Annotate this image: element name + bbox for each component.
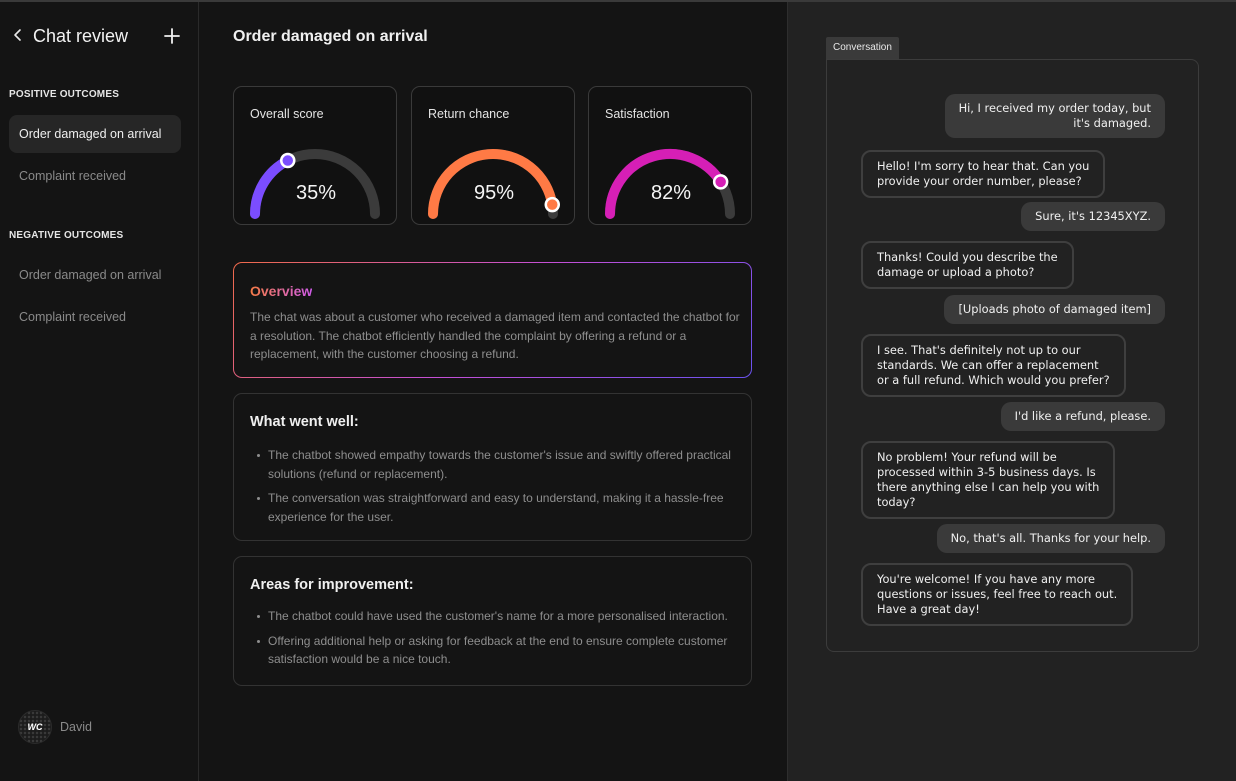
- message-line: No, that's all. Thanks for your help.: [950, 531, 1151, 545]
- user-message: I'd like a refund, please.: [1000, 402, 1165, 431]
- message-line: I see. That's definitely not up to our: [877, 343, 1081, 357]
- sidebar-item-negative-complaint[interactable]: Complaint received: [9, 298, 181, 336]
- conversation-panel: Conversation Hi, I received my order tod…: [787, 2, 1236, 781]
- message-line: Have a great day!: [877, 602, 980, 616]
- message-line: standards. We can offer a replacement: [877, 358, 1099, 372]
- message-line: questions or issues, feel free to reach …: [877, 587, 1118, 601]
- sidebar: Chat review POSITIVE OUTCOMES Order dama…: [0, 2, 199, 781]
- gauge-card-satisfaction: Satisfaction 82%: [588, 86, 752, 225]
- gauge-knob: [280, 152, 296, 169]
- list-item: The chatbot could have used the customer…: [250, 607, 740, 626]
- sidebar-title: Chat review: [33, 26, 129, 46]
- avatar: WC: [18, 710, 52, 744]
- gauge-value: 35%: [295, 182, 337, 204]
- message-line: processed within 3-5 business days. Is: [877, 465, 1096, 479]
- user-profile[interactable]: WC David: [18, 710, 188, 744]
- message-line: or a full refund. Which would you prefer…: [877, 373, 1110, 387]
- list-item: Offering additional help or asking for f…: [250, 632, 740, 669]
- sidebar-item-positive-order-damaged[interactable]: Order damaged on arrival: [9, 115, 181, 153]
- message-line: it's damaged.: [1073, 116, 1151, 130]
- gauge-overall-score: [250, 149, 380, 219]
- main-content: Order damaged on arrival Overall score 3…: [200, 2, 787, 781]
- plus-icon[interactable]: [163, 27, 181, 45]
- message-line: No problem! Your refund will be: [877, 450, 1057, 464]
- message-line: You're welcome! If you have any more: [877, 572, 1096, 586]
- gauge-satisfaction: [605, 149, 735, 219]
- gauge-card-overall-score: Overall score 35%: [233, 86, 397, 225]
- message-line: there anything else I can help you with: [877, 480, 1100, 494]
- message-line: provide your order number, please?: [877, 174, 1082, 188]
- overview-text: The chat was about a customer who receiv…: [250, 310, 740, 361]
- bot-message: Thanks! Could you describe the damage or …: [861, 241, 1074, 289]
- message-line: today?: [877, 495, 916, 509]
- message-line: Thanks! Could you describe the: [877, 250, 1058, 264]
- went-well-list: The chatbot showed empathy towards the c…: [250, 446, 740, 532]
- improvement-list: The chatbot could have used the customer…: [250, 607, 740, 675]
- section-label-positive: POSITIVE OUTCOMES: [9, 89, 120, 100]
- bot-message: Hello! I'm sorry to hear that. Can you pr…: [861, 150, 1106, 198]
- overview-card: Overview The chat was about a customer w…: [233, 262, 752, 378]
- gauge-card-return-chance: Return chance 95%: [411, 86, 575, 225]
- overview-title: Overview: [250, 283, 313, 299]
- went-well-title: What went well:: [250, 414, 359, 430]
- tab-conversation[interactable]: Conversation: [826, 37, 899, 59]
- user-message: No, that's all. Thanks for your help.: [936, 524, 1165, 553]
- section-label-negative: NEGATIVE OUTCOMES: [9, 230, 124, 241]
- message-line: I'd like a refund, please.: [1014, 409, 1151, 423]
- gauge-value: 82%: [650, 182, 692, 204]
- sidebar-item-negative-order-damaged[interactable]: Order damaged on arrival: [9, 256, 181, 294]
- message-line: [Uploads photo of damaged item]: [958, 302, 1151, 316]
- gauge-return-chance: [428, 149, 561, 219]
- user-name: David: [60, 720, 92, 734]
- went-well-card: What went well: The chatbot showed empat…: [233, 393, 752, 541]
- bot-message: You're welcome! If you have any more ques…: [861, 563, 1134, 626]
- gauge-value: 95%: [473, 182, 515, 204]
- bot-message: I see. That's definitely not up to our st…: [861, 334, 1126, 397]
- user-message: Sure, it's 12345XYZ.: [1021, 202, 1165, 231]
- message-line: Hi, I received my order today, but: [958, 101, 1151, 115]
- bot-message: No problem! Your refund will be processed…: [861, 441, 1116, 519]
- message-line: Sure, it's 12345XYZ.: [1035, 209, 1151, 223]
- message-line: Hello! I'm sorry to hear that. Can you: [877, 159, 1090, 173]
- conversation-transcript[interactable]: Hi, I received my order today, but it's d…: [826, 59, 1199, 652]
- list-item: The chatbot showed empathy towards the c…: [250, 446, 740, 483]
- user-message: [Uploads photo of damaged item]: [944, 295, 1165, 324]
- sidebar-item-positive-complaint[interactable]: Complaint received: [9, 157, 181, 195]
- sidebar-header: Chat review: [0, 22, 199, 52]
- chevron-left-icon[interactable]: [10, 26, 26, 44]
- improvement-title: Areas for improvement:: [250, 577, 414, 593]
- page-title: Order damaged on arrival: [233, 28, 428, 45]
- list-item: The conversation was straightforward and…: [250, 489, 740, 526]
- improvement-card: Areas for improvement: The chatbot could…: [233, 556, 752, 686]
- user-message: Hi, I received my order today, but it's d…: [944, 94, 1165, 138]
- message-line: damage or upload a photo?: [877, 265, 1035, 279]
